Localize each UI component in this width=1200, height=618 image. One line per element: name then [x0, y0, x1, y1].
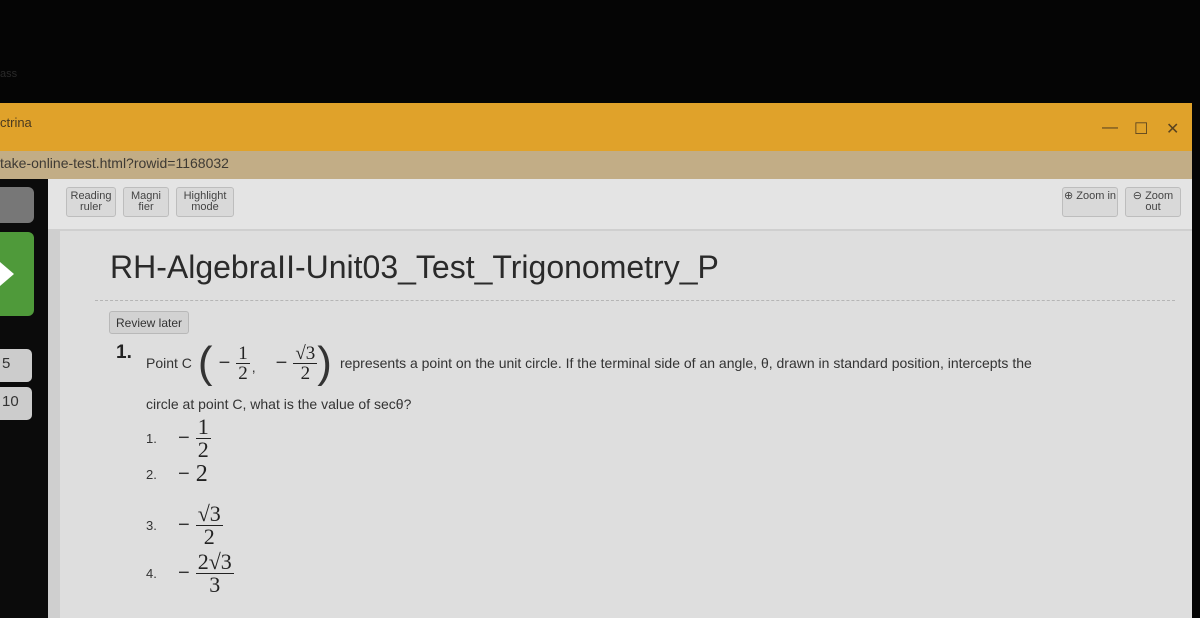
option-fraction: 2√3 3 — [195, 549, 234, 597]
y-fraction: √3 2 — [293, 342, 318, 384]
question-text-line1: Point C ( − 12 , − √3 2 ) represents a po… — [146, 341, 1032, 385]
numerator: 2√3 — [195, 549, 234, 574]
close-button[interactable]: ✕ — [1166, 119, 1179, 139]
numerator: 1 — [195, 414, 211, 439]
reading-ruler-button[interactable]: Reading ruler — [66, 187, 116, 217]
zoom-in-icon: ⊕ — [1063, 190, 1077, 202]
denominator: 2 — [203, 524, 215, 549]
page-title: RH-AlgebraII-Unit03_Test_Trigonometry_P — [110, 249, 719, 285]
divider — [95, 300, 1175, 301]
answer-option-4[interactable]: 4. − 2√3 3 — [146, 551, 234, 596]
highlight-mode-button[interactable]: Highlight mode — [176, 187, 234, 217]
answer-option-2[interactable]: 2. − 2 — [146, 461, 208, 488]
option-label: 2. — [146, 467, 157, 482]
answer-option-3[interactable]: 3. − √3 2 — [146, 503, 223, 548]
sidebar-button[interactable] — [0, 187, 34, 223]
minus-sign: − — [178, 562, 190, 584]
paren-open: ( — [197, 338, 213, 387]
option-label: 3. — [146, 518, 157, 533]
question-area: RH-AlgebraII-Unit03_Test_Trigonometry_P … — [60, 231, 1192, 618]
numerator: √3 — [293, 342, 318, 364]
numerator: √3 — [195, 501, 223, 526]
next-button[interactable] — [0, 232, 34, 316]
zoom-out-button[interactable]: ⊖ Zoom out — [1125, 187, 1181, 217]
window-title: ctrina — [0, 115, 32, 130]
test-panel: Reading ruler Magni fier Highlight mode … — [48, 179, 1192, 618]
zoom-out-icon: ⊖ — [1132, 190, 1146, 202]
question-number: 1. — [116, 342, 132, 363]
toolbar: Reading ruler Magni fier Highlight mode … — [48, 179, 1192, 229]
denominator: 2 — [238, 362, 248, 384]
denominator: 2 — [197, 437, 209, 462]
denominator: 2 — [300, 362, 311, 384]
question-text-line2: circle at point C, what is the value of … — [146, 396, 412, 412]
minus-sign: − — [275, 351, 288, 374]
question-nav-10[interactable]: 10 — [0, 387, 32, 420]
minus-sign: − — [178, 463, 190, 485]
option-label: 1. — [146, 431, 157, 446]
address-bar[interactable]: take-online-test.html?rowid=1168032 — [0, 151, 1192, 179]
minimize-button[interactable]: — — [1102, 119, 1118, 137]
zoom-out-label: Zoom out — [1145, 190, 1174, 213]
answer-option-1[interactable]: 1. − 12 — [146, 416, 211, 461]
arrow-right-icon — [0, 262, 14, 286]
magnifier-button[interactable]: Magni fier — [123, 187, 169, 217]
comma: , — [251, 359, 256, 375]
option-value: 2 — [195, 461, 208, 487]
minus-sign: − — [218, 351, 231, 374]
question-prefix: Point C — [146, 355, 192, 371]
window-title-bar: ctrina — ☐ ✕ — [0, 103, 1192, 151]
minus-sign: − — [178, 514, 190, 536]
maximize-button[interactable]: ☐ — [1134, 119, 1148, 139]
zoom-in-button[interactable]: ⊕ Zoom in — [1062, 187, 1118, 217]
x-fraction: 12 — [236, 344, 250, 383]
question-suffix: represents a point on the unit circle. I… — [339, 355, 1032, 371]
background-text: ass — [0, 68, 18, 80]
numerator: 1 — [236, 342, 250, 364]
option-label: 4. — [146, 566, 157, 581]
option-fraction: √3 2 — [195, 501, 223, 549]
denominator: 3 — [209, 572, 221, 597]
paren-close: ) — [317, 338, 332, 387]
zoom-in-label: Zoom in — [1076, 190, 1117, 202]
minus-sign: − — [178, 427, 190, 449]
question-nav-5[interactable]: 5 — [0, 349, 32, 382]
option-fraction: 12 — [195, 414, 211, 462]
review-later-button[interactable]: Review later — [109, 311, 190, 334]
